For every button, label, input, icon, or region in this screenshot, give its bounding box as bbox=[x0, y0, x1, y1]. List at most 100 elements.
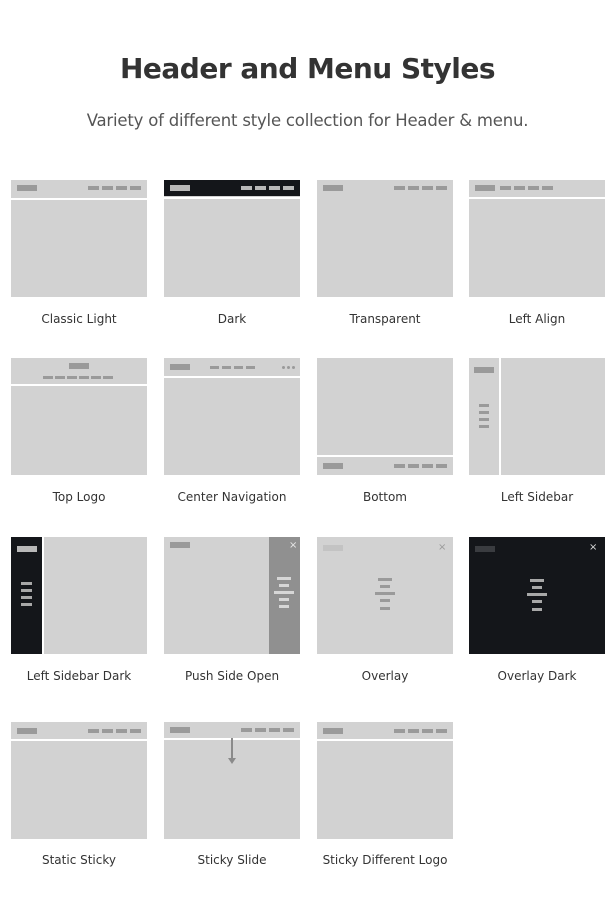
menu-line bbox=[530, 579, 544, 582]
style-card-overlay-dark[interactable]: × Overlay Dark bbox=[469, 537, 605, 683]
header-divider bbox=[469, 197, 605, 199]
thumbnail-classic-light[interactable] bbox=[11, 180, 147, 297]
nav-item-placeholder bbox=[246, 366, 255, 369]
style-label: Left Sidebar bbox=[500, 490, 574, 504]
style-label: Left Sidebar Dark bbox=[26, 669, 132, 683]
nav-item-placeholder bbox=[408, 186, 419, 190]
more-dot-icon bbox=[287, 366, 290, 369]
logo-placeholder bbox=[170, 364, 190, 370]
header-divider bbox=[11, 384, 147, 386]
style-card-transparent[interactable]: Transparent bbox=[317, 180, 453, 326]
logo-placeholder bbox=[17, 728, 37, 734]
nav-item-placeholder bbox=[394, 729, 405, 733]
thumbnail-sticky-different-logo[interactable] bbox=[317, 722, 453, 839]
nav-item-placeholder bbox=[269, 728, 280, 732]
sidebar-divider bbox=[499, 358, 501, 475]
thumbnail-left-sidebar-dark[interactable] bbox=[11, 537, 147, 654]
logo-placeholder bbox=[323, 463, 343, 469]
thumbnail-left-align[interactable] bbox=[469, 180, 605, 297]
logo-placeholder bbox=[475, 546, 495, 552]
style-card-dark[interactable]: Dark bbox=[164, 180, 300, 326]
nav-item-placeholder bbox=[436, 464, 447, 468]
thumbnail-sticky-slide[interactable] bbox=[164, 722, 300, 839]
thumbnail-center-navigation[interactable] bbox=[164, 358, 300, 475]
nav-item-placeholder bbox=[408, 729, 419, 733]
nav-item-placeholder bbox=[91, 376, 101, 379]
style-card-top-logo[interactable]: Top Logo bbox=[11, 358, 147, 504]
style-card-left-sidebar[interactable]: Left Sidebar bbox=[469, 358, 605, 504]
style-card-classic-light[interactable]: Classic Light bbox=[11, 180, 147, 326]
style-card-left-sidebar-dark[interactable]: Left Sidebar Dark bbox=[11, 537, 147, 683]
style-card-sticky-different-logo[interactable]: Sticky Different Logo bbox=[317, 722, 453, 867]
nav-item-placeholder bbox=[241, 186, 252, 190]
thumbnail-static-sticky[interactable] bbox=[11, 722, 147, 839]
close-icon: × bbox=[438, 542, 447, 553]
nav-item-placeholder bbox=[241, 728, 252, 732]
header-divider bbox=[317, 739, 453, 741]
nav-item-placeholder bbox=[394, 186, 405, 190]
nav-item-placeholder bbox=[528, 186, 539, 190]
style-card-center-navigation[interactable]: Center Navigation bbox=[164, 358, 300, 504]
style-label: Center Navigation bbox=[177, 490, 287, 504]
nav-item-placeholder bbox=[43, 376, 53, 379]
nav-item-placeholder bbox=[79, 376, 89, 379]
logo-placeholder bbox=[323, 545, 343, 551]
style-label: Transparent bbox=[349, 312, 421, 326]
style-label: Overlay bbox=[361, 669, 409, 683]
thumbnail-left-sidebar[interactable] bbox=[469, 358, 605, 475]
thumbnail-dark[interactable] bbox=[164, 180, 300, 297]
nav-item-placeholder bbox=[408, 464, 419, 468]
sidebar-divider bbox=[42, 537, 44, 654]
page-title: Header and Menu Styles bbox=[119, 52, 496, 85]
menu-line bbox=[479, 404, 489, 407]
style-card-sticky-slide[interactable]: Sticky Slide bbox=[164, 722, 300, 867]
nav-item-placeholder bbox=[102, 186, 113, 190]
menu-line bbox=[380, 599, 390, 602]
nav-item-placeholder bbox=[130, 186, 141, 190]
nav-item-placeholder bbox=[103, 376, 113, 379]
logo-placeholder bbox=[170, 542, 190, 548]
nav-item-placeholder bbox=[222, 366, 231, 369]
arrow-down-icon bbox=[231, 738, 233, 758]
style-label: Static Sticky bbox=[41, 853, 116, 867]
thumbnail-bottom[interactable] bbox=[317, 358, 453, 475]
more-dot-icon bbox=[282, 366, 285, 369]
menu-line bbox=[380, 607, 390, 610]
thumbnail-overlay-dark[interactable]: × bbox=[469, 537, 605, 654]
header-divider bbox=[164, 197, 300, 199]
menu-line bbox=[380, 585, 390, 588]
nav-item-placeholder bbox=[234, 366, 243, 369]
header-divider bbox=[11, 739, 147, 741]
nav-item-placeholder bbox=[394, 464, 405, 468]
menu-line bbox=[21, 582, 32, 585]
logo-placeholder bbox=[323, 728, 343, 734]
logo-placeholder bbox=[475, 185, 495, 191]
style-label: Overlay Dark bbox=[497, 669, 577, 683]
push-panel bbox=[269, 537, 300, 654]
style-card-left-align[interactable]: Left Align bbox=[469, 180, 605, 326]
thumbnail-push-side-open[interactable]: × bbox=[164, 537, 300, 654]
menu-line bbox=[21, 589, 32, 592]
header-divider bbox=[11, 198, 147, 200]
nav-item-placeholder bbox=[422, 186, 433, 190]
logo-placeholder bbox=[170, 727, 190, 733]
style-label: Classic Light bbox=[41, 312, 117, 326]
style-card-push-side-open[interactable]: × Push Side Open bbox=[164, 537, 300, 683]
style-card-bottom[interactable]: Bottom bbox=[317, 358, 453, 504]
menu-line bbox=[479, 418, 489, 421]
logo-placeholder bbox=[17, 546, 37, 552]
menu-line bbox=[527, 593, 547, 596]
nav-item-placeholder bbox=[283, 728, 294, 732]
nav-item-placeholder bbox=[67, 376, 77, 379]
logo-placeholder bbox=[170, 185, 190, 191]
thumbnail-top-logo[interactable] bbox=[11, 358, 147, 475]
menu-line bbox=[532, 600, 542, 603]
close-icon: × bbox=[289, 540, 298, 551]
style-card-static-sticky[interactable]: Static Sticky bbox=[11, 722, 147, 867]
thumbnail-overlay[interactable]: × bbox=[317, 537, 453, 654]
nav-item-placeholder bbox=[55, 376, 65, 379]
thumbnail-transparent[interactable] bbox=[317, 180, 453, 297]
nav-item-placeholder bbox=[255, 728, 266, 732]
nav-item-placeholder bbox=[116, 186, 127, 190]
style-card-overlay[interactable]: × Overlay bbox=[317, 537, 453, 683]
